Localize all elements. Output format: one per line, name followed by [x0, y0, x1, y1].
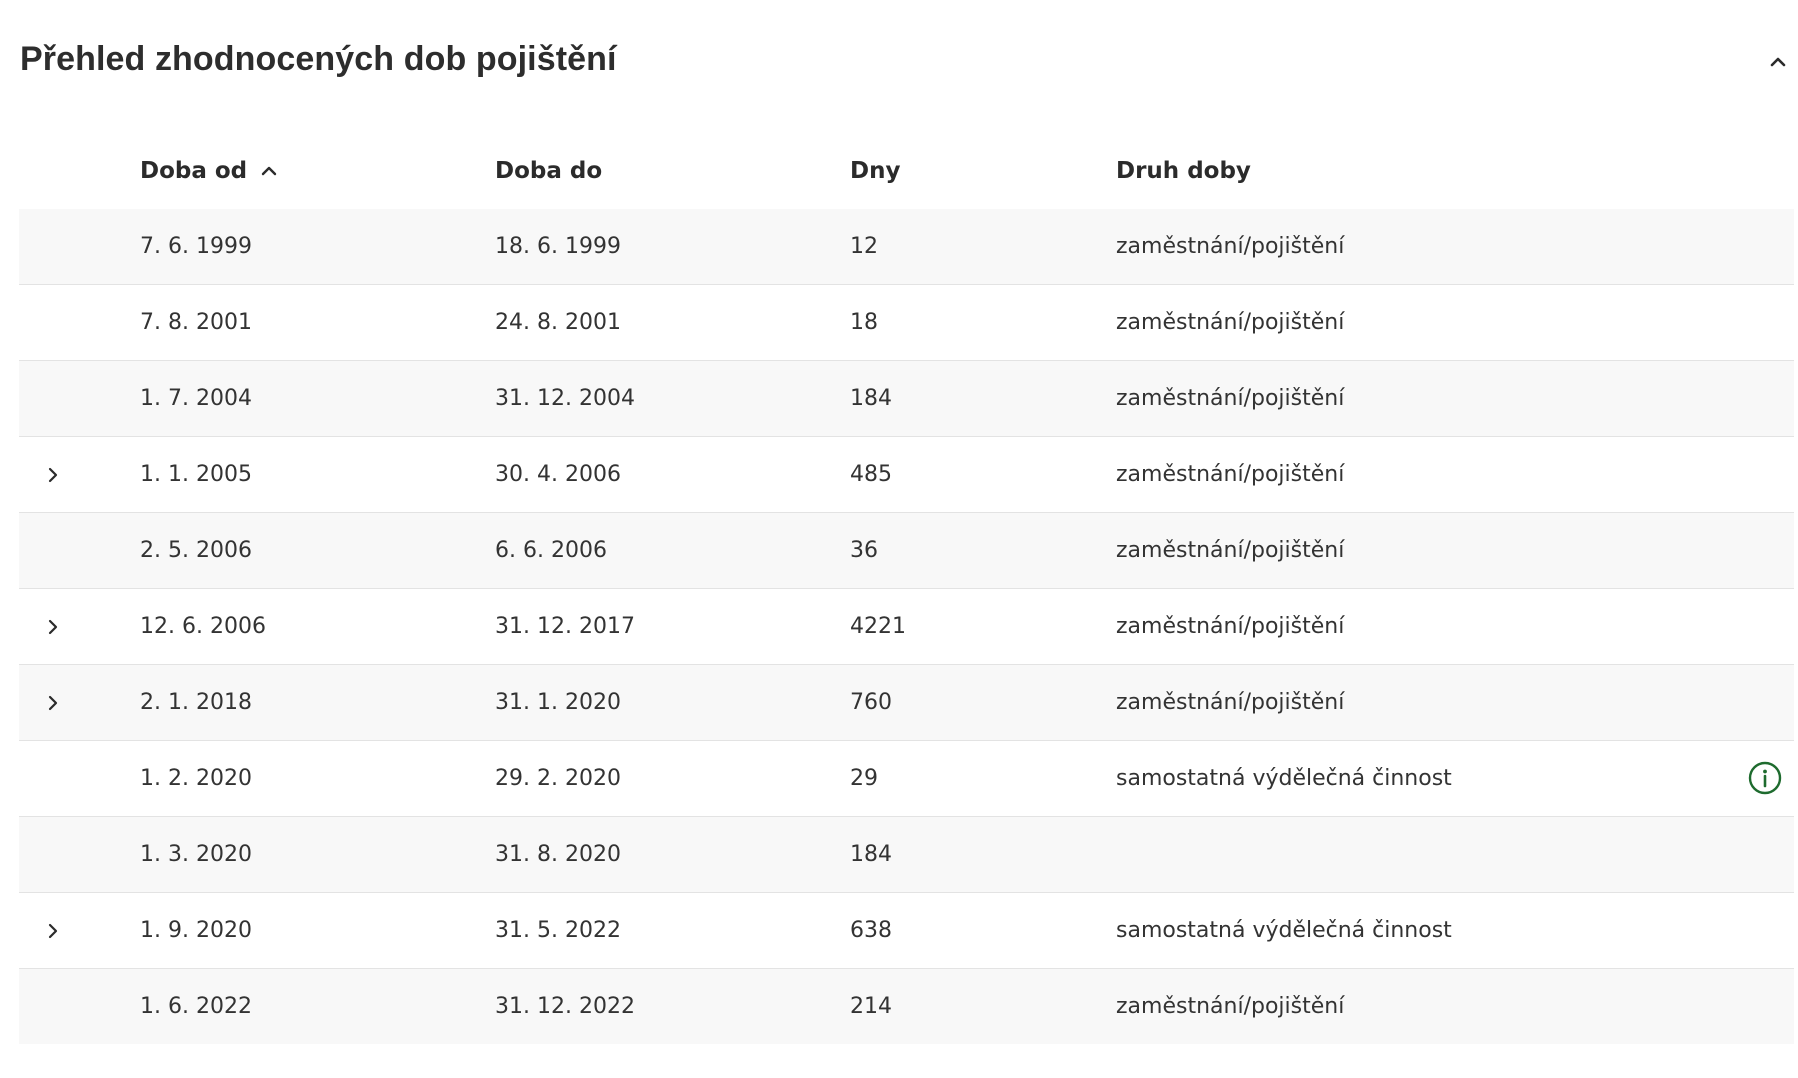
cell-kind: zaměstnání/pojištění [1116, 538, 1345, 563]
cell-from: 1. 1. 2005 [140, 462, 252, 487]
column-header-kind-label: Druh doby [1116, 158, 1251, 184]
chevron-right-icon [48, 619, 58, 635]
cell-from: 7. 8. 2001 [140, 310, 252, 335]
cell-kind: zaměstnání/pojištění [1116, 234, 1345, 259]
cell-kind: samostatná výdělečná činnost [1116, 918, 1452, 943]
table-header-row: Doba od Doba do Dny Druh doby [19, 140, 1794, 209]
chevron-right-icon [48, 923, 58, 939]
cell-days: 29 [850, 766, 878, 791]
column-header-to[interactable]: Doba do [495, 158, 602, 184]
table-row: 1. 6. 2022 31. 12. 2022 214 zaměstnání/p… [19, 969, 1794, 1044]
chevron-right-icon [48, 695, 58, 711]
chevron-up-icon [1770, 57, 1786, 67]
cell-to: 31. 12. 2017 [495, 614, 635, 639]
cell-kind: zaměstnání/pojištění [1116, 462, 1345, 487]
table-row: 2. 5. 2006 6. 6. 2006 36 zaměstnání/poji… [19, 513, 1794, 589]
table-row: 12. 6. 2006 31. 12. 2017 4221 zaměstnání… [19, 589, 1794, 665]
cell-days: 18 [850, 310, 878, 335]
cell-from: 2. 1. 2018 [140, 690, 252, 715]
cell-kind: zaměstnání/pojištění [1116, 310, 1345, 335]
column-header-to-label: Doba do [495, 158, 603, 184]
table-row: 1. 7. 2004 31. 12. 2004 184 zaměstnání/p… [19, 361, 1794, 437]
expand-row-button[interactable] [41, 691, 65, 715]
cell-to: 31. 12. 2004 [495, 386, 635, 411]
cell-from: 7. 6. 1999 [140, 234, 252, 259]
column-header-days-label: Dny [850, 158, 901, 184]
expand-row-button[interactable] [41, 463, 65, 487]
sort-ascending-icon[interactable] [259, 161, 279, 181]
column-header-from-label: Doba od [140, 158, 248, 184]
cell-kind: samostatná výdělečná činnost [1116, 766, 1452, 791]
cell-days: 760 [850, 690, 892, 715]
cell-days: 36 [850, 538, 878, 563]
cell-kind: zaměstnání/pojištění [1116, 614, 1345, 639]
cell-kind: zaměstnání/pojištění [1116, 386, 1345, 411]
cell-kind: zaměstnání/pojištění [1116, 690, 1345, 715]
cell-kind: zaměstnání/pojištění [1116, 994, 1345, 1019]
table-row: 1. 2. 2020 29. 2. 2020 29 samostatná výd… [19, 741, 1794, 817]
cell-days: 184 [850, 842, 892, 867]
expand-row-button[interactable] [41, 919, 65, 943]
table-row: 7. 8. 2001 24. 8. 2001 18 zaměstnání/poj… [19, 285, 1794, 361]
column-header-days[interactable]: Dny [850, 158, 900, 184]
cell-from: 1. 7. 2004 [140, 386, 252, 411]
cell-days: 4221 [850, 614, 906, 639]
table-row: 1. 9. 2020 31. 5. 2022 638 samostatná vý… [19, 893, 1794, 969]
section-title: Přehled zhodnocených dob pojištění [20, 40, 617, 78]
cell-days: 184 [850, 386, 892, 411]
column-header-from[interactable]: Doba od [140, 158, 279, 184]
info-circle-icon [1748, 761, 1782, 795]
cell-days: 12 [850, 234, 878, 259]
table-row: 2. 1. 2018 31. 1. 2020 760 zaměstnání/po… [19, 665, 1794, 741]
section-header: Přehled zhodnocených dob pojištění [0, 0, 1798, 120]
cell-days: 214 [850, 994, 892, 1019]
cell-to: 24. 8. 2001 [495, 310, 621, 335]
info-button[interactable] [1747, 760, 1783, 796]
cell-to: 6. 6. 2006 [495, 538, 607, 563]
chevron-right-icon [48, 467, 58, 483]
table-row: 7. 6. 1999 18. 6. 1999 12 zaměstnání/poj… [19, 209, 1794, 285]
cell-days: 485 [850, 462, 892, 487]
collapse-toggle-button[interactable] [1764, 48, 1792, 76]
insurance-periods-table: Doba od Doba do Dny Druh doby 7. 6. 1999… [19, 140, 1794, 1044]
cell-to: 30. 4. 2006 [495, 462, 621, 487]
cell-from: 2. 5. 2006 [140, 538, 252, 563]
cell-days: 638 [850, 918, 892, 943]
expand-row-button[interactable] [41, 615, 65, 639]
cell-from: 1. 6. 2022 [140, 994, 252, 1019]
cell-to: 31. 1. 2020 [495, 690, 621, 715]
column-header-kind[interactable]: Druh doby [1116, 158, 1251, 184]
cell-to: 29. 2. 2020 [495, 766, 621, 791]
cell-to: 31. 5. 2022 [495, 918, 621, 943]
cell-from: 1. 9. 2020 [140, 918, 252, 943]
cell-from: 1. 2. 2020 [140, 766, 252, 791]
cell-to: 18. 6. 1999 [495, 234, 621, 259]
cell-to: 31. 8. 2020 [495, 842, 621, 867]
cell-from: 1. 3. 2020 [140, 842, 252, 867]
table-row: 1. 3. 2020 31. 8. 2020 184 [19, 817, 1794, 893]
table-body: 7. 6. 1999 18. 6. 1999 12 zaměstnání/poj… [19, 209, 1794, 1044]
cell-from: 12. 6. 2006 [140, 614, 266, 639]
table-row: 1. 1. 2005 30. 4. 2006 485 zaměstnání/po… [19, 437, 1794, 513]
cell-to: 31. 12. 2022 [495, 994, 635, 1019]
